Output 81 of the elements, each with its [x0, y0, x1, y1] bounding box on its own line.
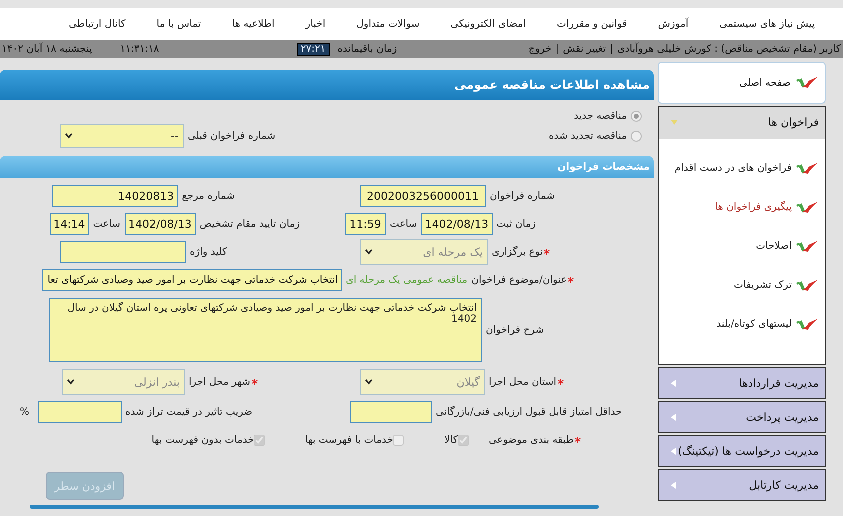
- menu-group-header[interactable]: مدیریت قراردادها: [658, 367, 826, 399]
- separator-text: |: [610, 44, 614, 54]
- menu-item[interactable]: پیگیری فراخوان ها: [659, 188, 825, 227]
- field-label: طبقه بندی موضوعی: [489, 434, 574, 446]
- dropdown[interactable]: --: [60, 124, 184, 148]
- checkbox-label: کالا: [444, 434, 458, 446]
- nav-link[interactable]: پیش نیاز های سیستمی: [720, 18, 815, 30]
- logo-icon: [795, 316, 819, 332]
- user-info: کاربر (مقام تشخیص مناقص) : کورش خلیلی هروآبادی: [617, 44, 841, 54]
- field-label: زمان تایید مقام تشخیص: [200, 218, 300, 230]
- text-field[interactable]: [60, 241, 186, 263]
- field-label: ساعت: [93, 218, 121, 230]
- header-link[interactable]: تغییر نقش: [563, 44, 606, 54]
- section-header: مشخصات فراخوان: [0, 156, 654, 178]
- field-label: شماره مرجع: [182, 190, 235, 202]
- chevron-down-icon: [365, 249, 373, 255]
- date-field[interactable]: 1402/08/13: [421, 213, 493, 235]
- triangle-down-icon: [671, 120, 678, 125]
- triangle-left-icon: [671, 380, 676, 386]
- nav-link[interactable]: کانال ارتباطی: [68, 18, 126, 30]
- field-label: ضریب تاثیر در قیمت تراز شده: [126, 406, 253, 418]
- menu-group-header[interactable]: مدیریت کارتابل: [658, 469, 826, 501]
- triangle-left-icon: [671, 448, 676, 454]
- session-timer: ۲۷:۲۱: [296, 42, 330, 56]
- text-field[interactable]: [350, 401, 432, 423]
- field-label: ساعت: [390, 218, 418, 230]
- field-label: کلید واژه: [190, 246, 228, 258]
- radio-label: مناقصه تجدید شده: [549, 130, 627, 142]
- separator-text: |: [556, 44, 560, 54]
- menu-item[interactable]: اصلاحات: [659, 227, 825, 266]
- header-link[interactable]: خروج: [528, 44, 552, 54]
- text-field[interactable]: انتخاب شرکت خدماتی جهت نظارت بر امور صید وصیادی شرکتهای تعا: [42, 269, 342, 291]
- remaining-time-label: زمان باقیمانده: [338, 44, 398, 54]
- chevron-down-icon: [67, 379, 75, 385]
- nav-link[interactable]: تماس با ما: [156, 18, 202, 30]
- field-label: شماره فراخوان قبلی: [188, 130, 276, 142]
- menu-item[interactable]: فراخوان های در دست اقدام: [659, 149, 825, 188]
- current-date: پنجشنبه ۱۸ آبان ۱۴۰۲: [2, 44, 92, 54]
- logo-icon: [795, 200, 819, 216]
- subject-prefix: مناقصه عمومی یک مرحله ای: [346, 274, 468, 286]
- chevron-down-icon: [365, 379, 373, 385]
- field-label: استان محل اجرا: [489, 376, 557, 388]
- field-label: شماره فراخوان: [490, 190, 555, 202]
- menu-group-header[interactable]: فراخوان ها: [659, 107, 825, 139]
- date-field[interactable]: 1402/08/13: [124, 213, 196, 235]
- text-field[interactable]: 2002003256000011: [360, 185, 486, 207]
- nav-link[interactable]: اطلاعیه ها: [232, 18, 275, 30]
- menu-item[interactable]: لیستهای کوتاه/بلند: [659, 305, 825, 344]
- page-title-bar: مشاهده اطلاعات مناقصه عمومی: [0, 70, 654, 100]
- field-label: شهر محل اجرا: [189, 376, 251, 388]
- checkbox-label: خدمات بدون فهرست بها: [152, 434, 254, 446]
- triangle-left-icon: [671, 414, 676, 420]
- text-area[interactable]: انتخاب شرکت خدماتی جهت نظارت بر امور صید وصیادی شرکتهای تعاونی پره استان گیلان در سال 1402: [49, 298, 482, 362]
- time-field[interactable]: 11:59: [345, 213, 386, 235]
- menu-group-header[interactable]: مدیریت پرداخت: [658, 401, 826, 433]
- clock-time: ۱۱:۳۱:۱۸: [120, 44, 160, 54]
- field-label: زمان ثبت: [496, 218, 536, 230]
- radio-label: مناقصه جدید: [574, 110, 627, 122]
- logo-icon: [795, 278, 819, 294]
- nav-link[interactable]: آموزش: [658, 18, 689, 30]
- field-label: عنوان/موضوع فراخوان: [472, 274, 568, 286]
- text-field[interactable]: 14020813: [52, 185, 178, 207]
- menu-group-header[interactable]: مدیریت درخواست ها (تیکتینگ): [658, 435, 826, 467]
- text-field[interactable]: [38, 401, 122, 423]
- percent-unit: %: [20, 406, 30, 418]
- field-label: حداقل امتیاز قابل قبول ارزیابی فنی/بازرگانی: [436, 406, 622, 418]
- chevron-down-icon: [65, 133, 73, 139]
- nav-link[interactable]: اخبار: [306, 18, 326, 30]
- time-field[interactable]: 14:14: [50, 213, 90, 235]
- field-label: شرح فراخوان: [486, 324, 544, 336]
- logo-icon: [795, 75, 819, 91]
- nav-link[interactable]: سوالات متداول: [356, 18, 420, 30]
- nav-link[interactable]: امضای الکترونیکی: [450, 18, 526, 30]
- field-label: نوع برگزاری: [492, 246, 544, 258]
- logo-icon: [795, 238, 819, 254]
- triangle-left-icon: [671, 482, 676, 488]
- logo-icon: [795, 160, 819, 176]
- nav-link[interactable]: قوانین و مقررات: [557, 18, 628, 30]
- checkbox-label: خدمات با فهرست بها: [305, 434, 394, 446]
- menu-item[interactable]: ترک تشریفات: [659, 266, 825, 305]
- home-link[interactable]: صفحه اصلی: [658, 62, 826, 104]
